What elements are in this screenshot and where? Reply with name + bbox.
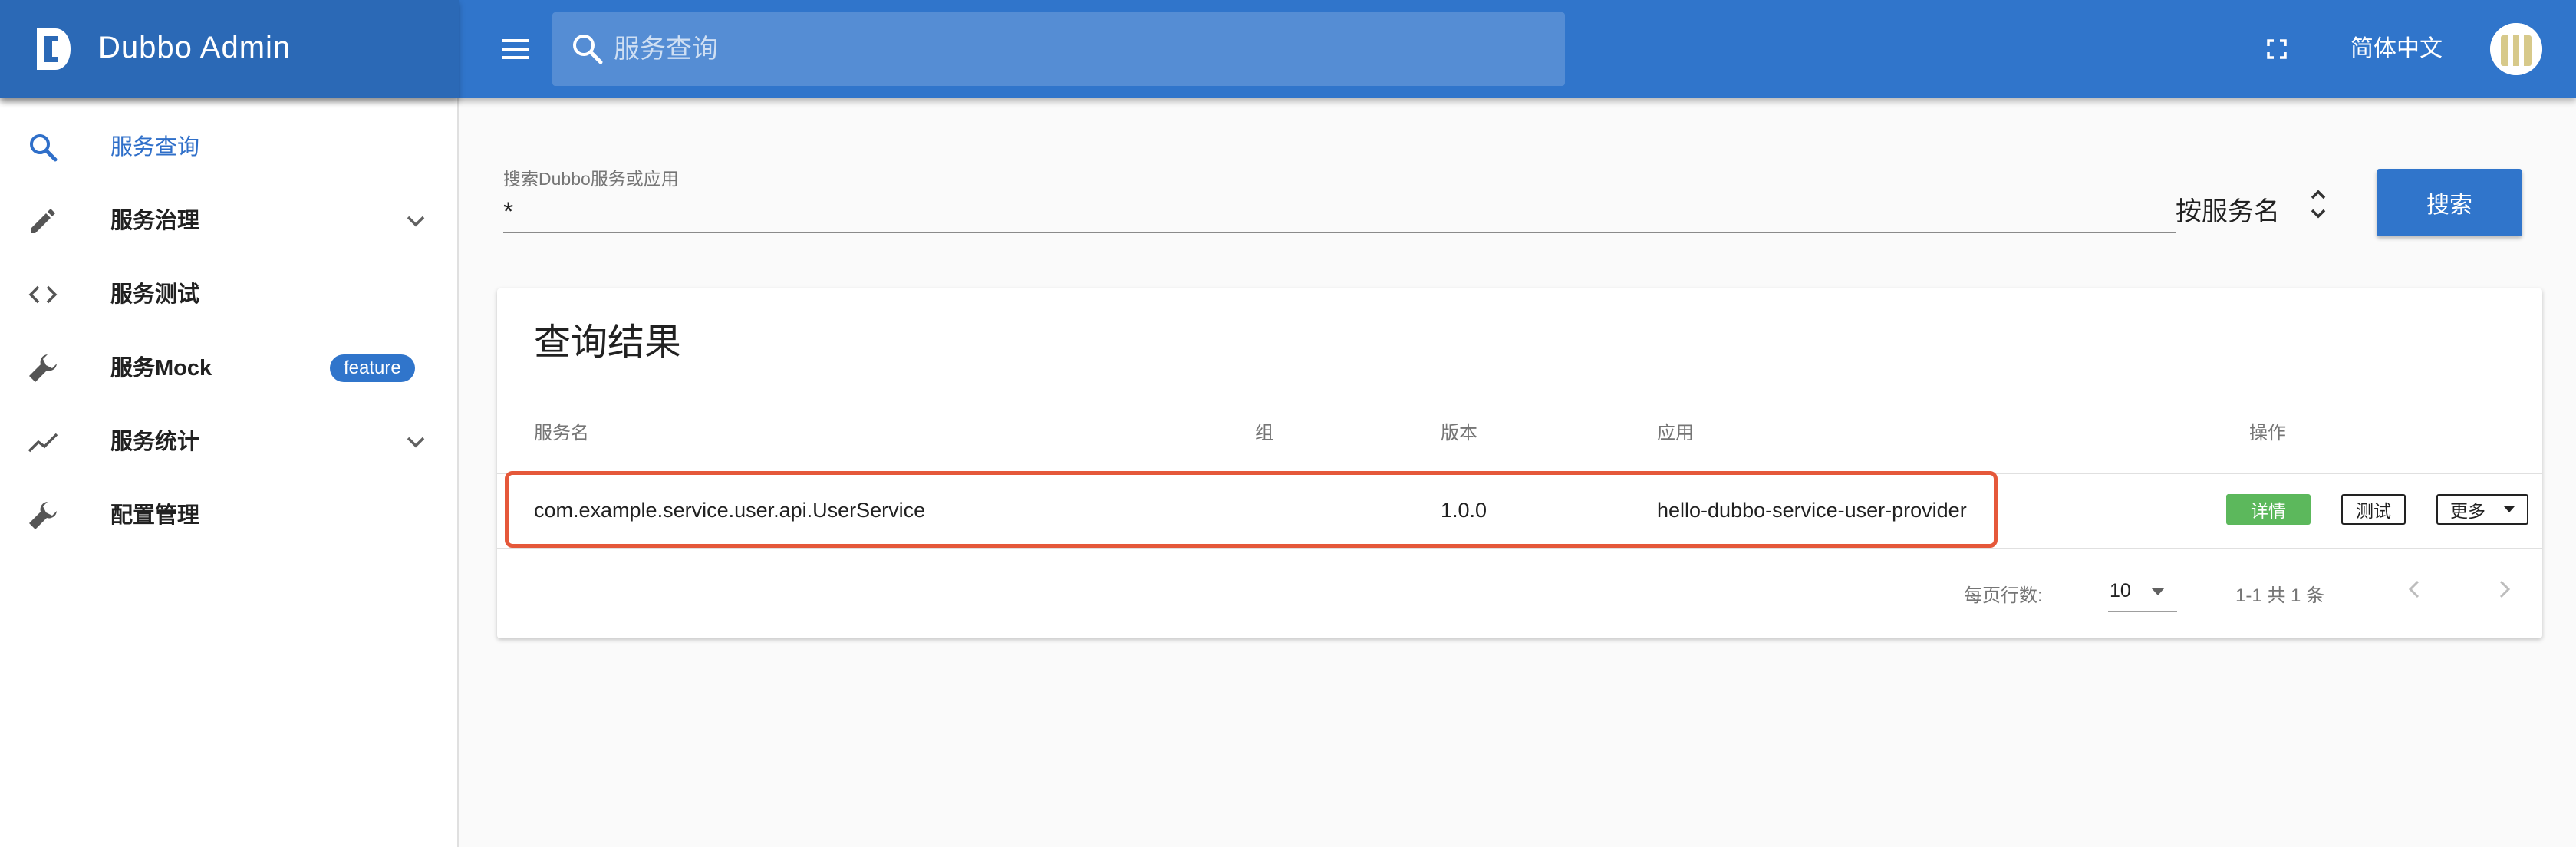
sidebar: 服务查询 服务治理 服务测试 服务Mock feature 服务统计 配置管理 [0,98,459,847]
sidebar-item-label: 服务Mock [110,356,212,381]
test-button[interactable]: 测试 [2341,494,2406,525]
service-search-input[interactable] [503,190,2176,233]
more-button[interactable]: 更多 [2436,494,2528,525]
column-header-version[interactable]: 版本 [1441,417,1477,444]
chevron-down-icon[interactable] [400,427,431,457]
rows-per-page-select[interactable]: 10 [2108,568,2177,612]
chevron-right-icon[interactable] [2489,574,2519,605]
table-row-divider [497,548,2542,549]
sidebar-item-label: 服务测试 [110,282,200,307]
app-bar: Dubbo Admin 简体中文 [0,0,2576,98]
cell-service-name: com.example.service.user.api.UserService [534,499,926,522]
search-button[interactable]: 搜索 [2377,169,2522,236]
column-header-service[interactable]: 服务名 [534,417,589,444]
rows-per-page-label: 每页行数: [1964,585,2043,606]
cell-version: 1.0.0 [1441,499,1487,522]
results-card: 查询结果 服务名 组 版本 应用 操作 com.example.service.… [497,288,2542,638]
menu-icon[interactable] [497,31,534,68]
chevron-down-icon[interactable] [400,206,431,236]
sidebar-item-label: 服务查询 [110,135,200,160]
detail-button[interactable]: 详情 [2226,494,2311,525]
results-title: 查询结果 [534,322,682,363]
rows-per-page-value: 10 [2110,580,2131,601]
fullscreen-icon[interactable] [2258,31,2295,68]
sidebar-item-label: 服务统计 [110,430,200,454]
sidebar-item-service-governance[interactable]: 服务治理 [0,184,457,258]
more-button-label: 更多 [2450,501,2485,521]
caret-down-icon [2151,588,2165,595]
chevron-left-icon[interactable] [2400,574,2430,605]
sidebar-item-config-management[interactable]: 配置管理 [0,479,457,552]
column-header-actions: 操作 [2249,423,2286,443]
global-search-input[interactable] [614,26,1534,72]
search-icon [30,134,58,162]
trending-up-icon [28,433,58,453]
column-header-application[interactable]: 应用 [1657,417,1694,444]
sidebar-item-service-test[interactable]: 服务测试 [0,258,457,331]
search-field-label: 搜索Dubbo服务或应用 [503,169,679,189]
sidebar-item-service-mock[interactable]: 服务Mock feature [0,331,457,405]
search-type-select[interactable]: 按服务名 [2176,190,2280,228]
dubbo-logo-icon [37,28,71,70]
avatar-image [2490,23,2542,75]
column-header-group[interactable]: 组 [1255,417,1273,444]
global-search [552,12,1565,86]
pencil-icon [31,209,55,233]
code-icon [28,285,58,304]
app-title: Dubbo Admin [98,31,292,64]
sidebar-item-label: 服务治理 [110,209,200,233]
unfold-icon[interactable] [2300,181,2337,227]
feature-badge: feature [330,354,415,382]
search-icon [573,35,603,64]
avatar[interactable] [2490,23,2542,75]
wrench-icon [29,502,57,529]
pagination-range: 1-1 共 1 条 [2235,585,2325,606]
brand-area: Dubbo Admin [0,0,459,98]
caret-down-icon [2504,506,2515,512]
wrench-icon [29,354,57,382]
language-switcher[interactable]: 简体中文 [2338,28,2455,71]
sidebar-item-label: 配置管理 [110,503,200,528]
sidebar-item-service-statistics[interactable]: 服务统计 [0,405,457,479]
sidebar-item-service-search[interactable]: 服务查询 [0,110,457,184]
cell-application: hello-dubbo-service-user-provider [1657,499,1967,522]
